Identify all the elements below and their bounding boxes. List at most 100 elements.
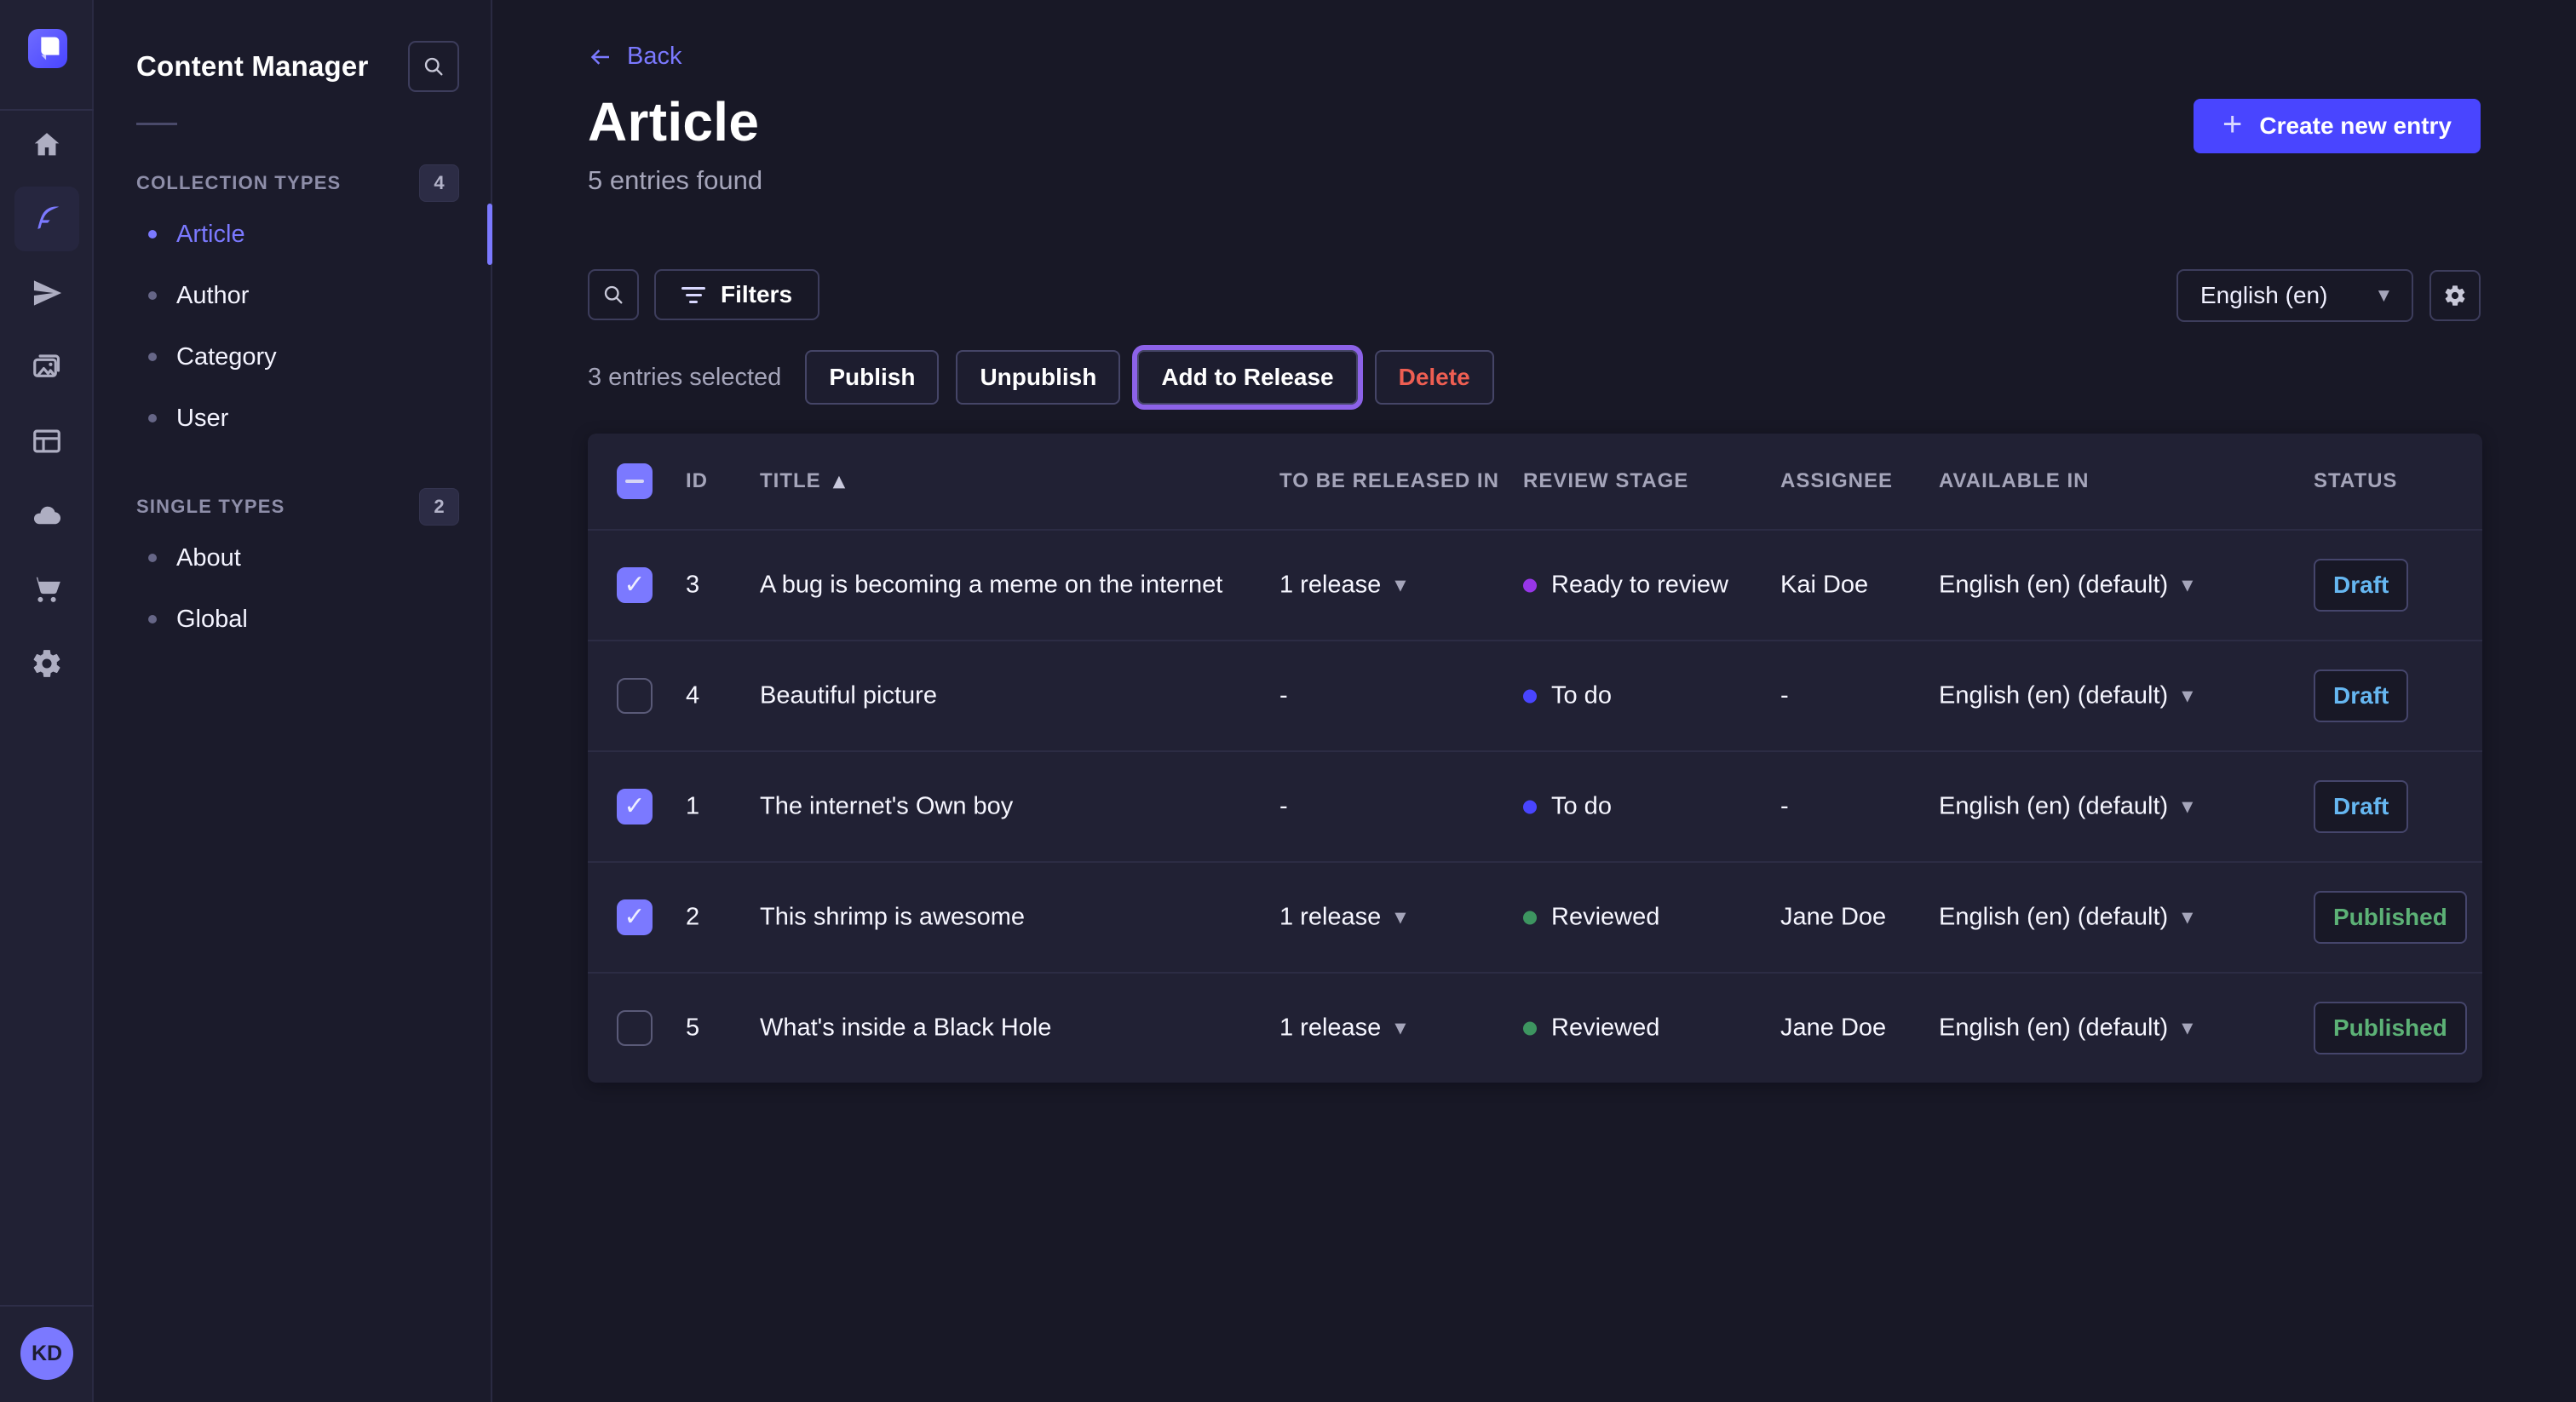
section-label: COLLECTION TYPES <box>136 172 341 194</box>
media-library-images-icon[interactable] <box>14 335 79 399</box>
sidebar-item-about[interactable]: About <box>94 527 491 589</box>
cell-id: 2 <box>686 904 699 932</box>
user-avatar[interactable]: KD <box>20 1327 73 1380</box>
status-badge: Published <box>2314 1002 2467 1054</box>
release-value: - <box>1279 682 1288 710</box>
locale-value: English (en) (default) <box>1939 572 2168 600</box>
entries-table: ID TITLE ▲ TO BE RELEASED IN REVIEW STAG… <box>588 434 2482 1083</box>
cell-release[interactable]: 1 release ▼ <box>1279 1014 1406 1043</box>
chevron-down-icon: ▼ <box>2182 798 2193 815</box>
table-row[interactable]: ✓ 1 The internet's Own boy - ▼ To do - E… <box>588 750 2482 861</box>
selection-count: 3 entries selected <box>588 364 781 392</box>
cell-title: A bug is becoming a meme on the internet <box>760 572 1222 600</box>
cell-id: 4 <box>686 682 699 710</box>
cell-assignee: Kai Doe <box>1780 572 1868 600</box>
stage-dot-icon <box>1523 578 1537 592</box>
row-checkbox[interactable]: ✓ <box>617 678 653 714</box>
cell-release[interactable]: 1 release ▼ <box>1279 572 1406 600</box>
stage-value: Reviewed <box>1551 904 1659 932</box>
sort-ascending-icon: ▲ <box>833 472 847 491</box>
sidebar-item-article[interactable]: Article <box>94 204 491 265</box>
cell-review-stage: To do <box>1523 682 1612 710</box>
row-checkbox[interactable]: ✓ <box>617 1010 653 1046</box>
sidebar-item-global[interactable]: Global <box>94 589 491 650</box>
subnav-title: Content Manager <box>136 50 369 83</box>
sidebar-item-user[interactable]: User <box>94 388 491 449</box>
cell-available-in[interactable]: English (en) (default) ▼ <box>1939 1014 2193 1043</box>
status-badge: Draft <box>2314 559 2408 612</box>
sidebar-item-author[interactable]: Author <box>94 265 491 326</box>
cell-available-in[interactable]: English (en) (default) ▼ <box>1939 572 2193 600</box>
stage-value: To do <box>1551 793 1612 821</box>
stage-dot-icon <box>1523 911 1537 924</box>
cell-review-stage: Reviewed <box>1523 1014 1659 1043</box>
cell-assignee: - <box>1780 793 1789 821</box>
table-row[interactable]: ✓ 2 This shrimp is awesome 1 release ▼ R… <box>588 861 2482 972</box>
back-link[interactable]: Back <box>588 43 681 71</box>
status-badge: Draft <box>2314 780 2408 833</box>
cell-title: Beautiful picture <box>760 682 937 710</box>
add-to-release-button[interactable]: Add to Release <box>1137 350 1357 405</box>
filters-button[interactable]: Filters <box>654 269 819 320</box>
cell-release[interactable]: - ▼ <box>1279 682 1288 710</box>
view-settings-button[interactable] <box>2429 270 2481 321</box>
row-checkbox[interactable]: ✓ <box>617 899 653 935</box>
stage-dot-icon <box>1523 1021 1537 1035</box>
collection-types-section: COLLECTION TYPES 4 Article Author Catego… <box>94 163 491 449</box>
chevron-down-icon: ▼ <box>2182 1020 2193 1037</box>
section-label: SINGLE TYPES <box>136 496 285 518</box>
bullet-icon <box>148 230 157 238</box>
cell-review-stage: Ready to review <box>1523 572 1728 600</box>
releases-paper-plane-icon[interactable] <box>14 261 79 325</box>
search-icon <box>601 283 625 307</box>
rail-divider <box>0 109 94 111</box>
marketplace-cart-icon[interactable] <box>14 557 79 622</box>
status-badge: Published <box>2314 891 2467 944</box>
content-type-builder-layout-icon[interactable] <box>14 409 79 474</box>
locale-select[interactable]: English (en) ▼ <box>2176 269 2413 322</box>
cell-available-in[interactable]: English (en) (default) ▼ <box>1939 904 2193 932</box>
publish-button[interactable]: Publish <box>805 350 939 405</box>
column-header-title[interactable]: TITLE ▲ <box>760 469 846 493</box>
row-checkbox[interactable]: ✓ <box>617 567 653 603</box>
cell-available-in[interactable]: English (en) (default) ▼ <box>1939 793 2193 821</box>
strapi-logo[interactable] <box>28 29 67 68</box>
unpublish-button[interactable]: Unpublish <box>956 350 1120 405</box>
release-value: 1 release <box>1279 904 1381 932</box>
delete-button[interactable]: Delete <box>1375 350 1494 405</box>
cell-id: 5 <box>686 1014 699 1043</box>
settings-gear-icon[interactable] <box>14 631 79 696</box>
cell-release[interactable]: 1 release ▼ <box>1279 904 1406 932</box>
column-header-id[interactable]: ID <box>686 469 708 493</box>
cloud-icon[interactable] <box>14 483 79 548</box>
row-checkbox[interactable]: ✓ <box>617 789 653 825</box>
column-header-status: STATUS <box>2314 469 2397 493</box>
plus-icon: + <box>2222 107 2242 141</box>
cell-title: The internet's Own boy <box>760 793 1013 821</box>
content-manager-feather-icon[interactable] <box>14 187 79 251</box>
gear-icon <box>2443 284 2467 307</box>
column-header-to-be-released-in: TO BE RELEASED IN <box>1279 469 1499 493</box>
list-search-button[interactable] <box>588 269 639 320</box>
select-all-checkbox[interactable] <box>617 463 653 499</box>
table-row[interactable]: ✓ 4 Beautiful picture - ▼ To do - Englis… <box>588 640 2482 750</box>
table-row[interactable]: ✓ 3 A bug is becoming a meme on the inte… <box>588 529 2482 640</box>
search-icon <box>422 55 446 78</box>
bullet-icon <box>148 615 157 623</box>
bullet-icon <box>148 414 157 422</box>
chevron-down-icon: ▼ <box>1394 1020 1406 1037</box>
cell-release[interactable]: - ▼ <box>1279 793 1288 821</box>
bullet-icon <box>148 554 157 562</box>
cell-title: What's inside a Black Hole <box>760 1014 1051 1043</box>
main-nav-rail: KD <box>0 0 94 1402</box>
locale-value: English (en) (default) <box>1939 682 2168 710</box>
create-new-entry-button[interactable]: + Create new entry <box>2194 99 2481 153</box>
table-row[interactable]: ✓ 5 What's inside a Black Hole 1 release… <box>588 972 2482 1083</box>
subnav-search-button[interactable] <box>408 41 459 92</box>
chevron-down-icon: ▼ <box>1394 577 1406 594</box>
home-icon[interactable] <box>14 112 79 177</box>
cell-available-in[interactable]: English (en) (default) ▼ <box>1939 682 2193 710</box>
chevron-down-icon: ▼ <box>2378 287 2389 304</box>
sidebar-item-category[interactable]: Category <box>94 326 491 388</box>
stage-dot-icon <box>1523 689 1537 703</box>
